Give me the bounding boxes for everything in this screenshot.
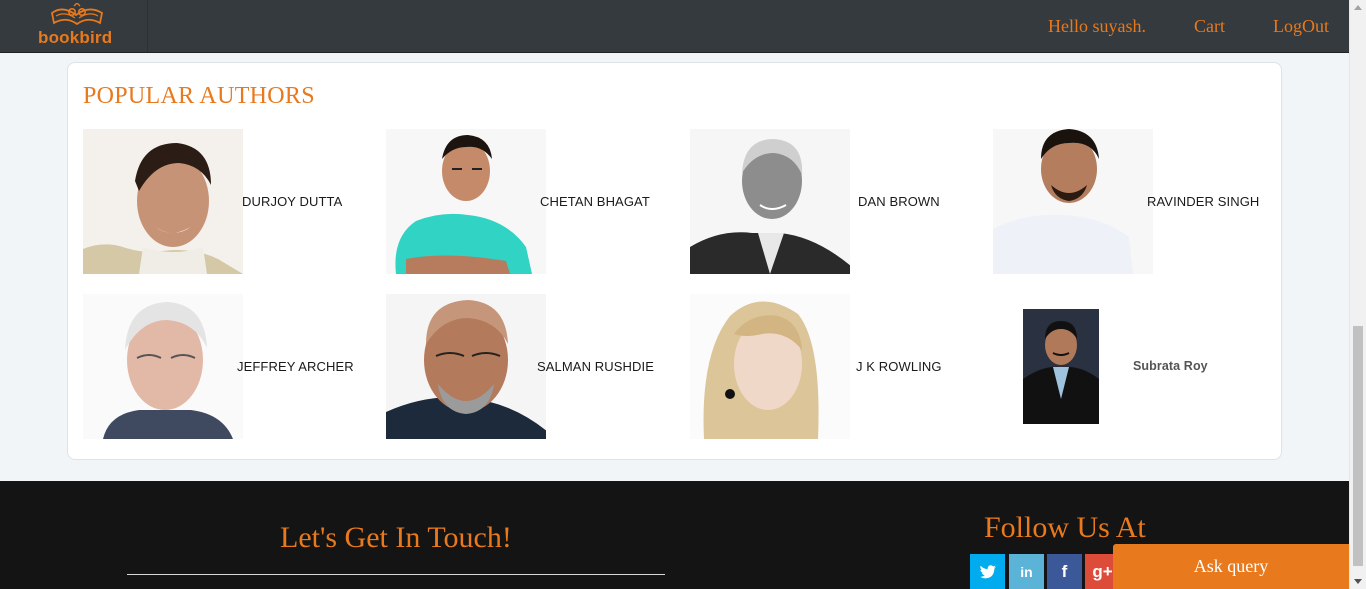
author-name: DURJOY DUTTA: [242, 194, 343, 209]
twitter-icon[interactable]: [970, 554, 1005, 589]
author-card-jeffrey-archer[interactable]: JEFFREY ARCHER: [83, 294, 355, 439]
author-card-ravinder-singh[interactable]: RAVINDER SINGH: [993, 129, 1265, 274]
ask-query-button[interactable]: Ask query: [1113, 544, 1349, 589]
scroll-down-arrow-icon[interactable]: [1354, 579, 1362, 584]
author-photo: [1023, 309, 1099, 424]
nav-links: Hello suyash. Cart LogOut: [1048, 16, 1329, 37]
author-name: JEFFREY ARCHER: [237, 359, 354, 374]
greeting-link[interactable]: Hello suyash.: [1048, 16, 1146, 37]
page-scrollbar[interactable]: [1349, 0, 1366, 589]
section-title: POPULAR AUTHORS: [83, 83, 315, 109]
brand-logo[interactable]: bookbird: [0, 0, 148, 52]
cart-link[interactable]: Cart: [1194, 16, 1225, 37]
author-card-jk-rowling[interactable]: J K ROWLING: [690, 294, 962, 439]
logout-link[interactable]: LogOut: [1273, 16, 1329, 37]
author-name: SALMAN RUSHDIE: [537, 359, 654, 374]
author-photo: [386, 294, 546, 439]
author-name: RAVINDER SINGH: [1147, 194, 1260, 209]
author-photo: [83, 294, 243, 439]
scroll-up-arrow-icon[interactable]: [1354, 5, 1362, 10]
facebook-icon[interactable]: f: [1047, 554, 1082, 589]
logo-text: bookbird: [38, 28, 113, 47]
author-photo: [993, 129, 1153, 274]
scroll-thumb[interactable]: [1353, 326, 1363, 566]
author-card-salman-rushdie[interactable]: SALMAN RUSHDIE: [386, 294, 658, 439]
linkedin-icon[interactable]: in: [1009, 554, 1044, 589]
top-navbar: bookbird Hello suyash. Cart LogOut: [0, 0, 1349, 53]
owl-book-icon: [51, 3, 104, 26]
author-card-chetan-bhagat[interactable]: CHETAN BHAGAT: [386, 129, 658, 274]
author-name: CHETAN BHAGAT: [540, 194, 650, 209]
author-name: DAN BROWN: [858, 194, 940, 209]
author-photo: [690, 129, 850, 274]
author-photo: [386, 129, 546, 274]
author-photo: [690, 294, 850, 439]
author-card-dan-brown[interactable]: DAN BROWN: [690, 129, 962, 274]
author-name: Subrata Roy: [1133, 359, 1208, 373]
popular-authors-panel: POPULAR AUTHORS DURJOY DUTTA CHETAN BHAG…: [67, 62, 1282, 460]
divider: [127, 574, 665, 575]
author-card-subrata-roy[interactable]: Subrata Roy: [993, 294, 1265, 439]
follow-heading: Follow Us At: [984, 511, 1146, 544]
author-photo: [83, 129, 243, 274]
author-card-durjoy-dutta[interactable]: DURJOY DUTTA: [83, 129, 355, 274]
contact-heading: Let's Get In Touch!: [280, 521, 512, 554]
author-name: J K ROWLING: [856, 359, 942, 374]
